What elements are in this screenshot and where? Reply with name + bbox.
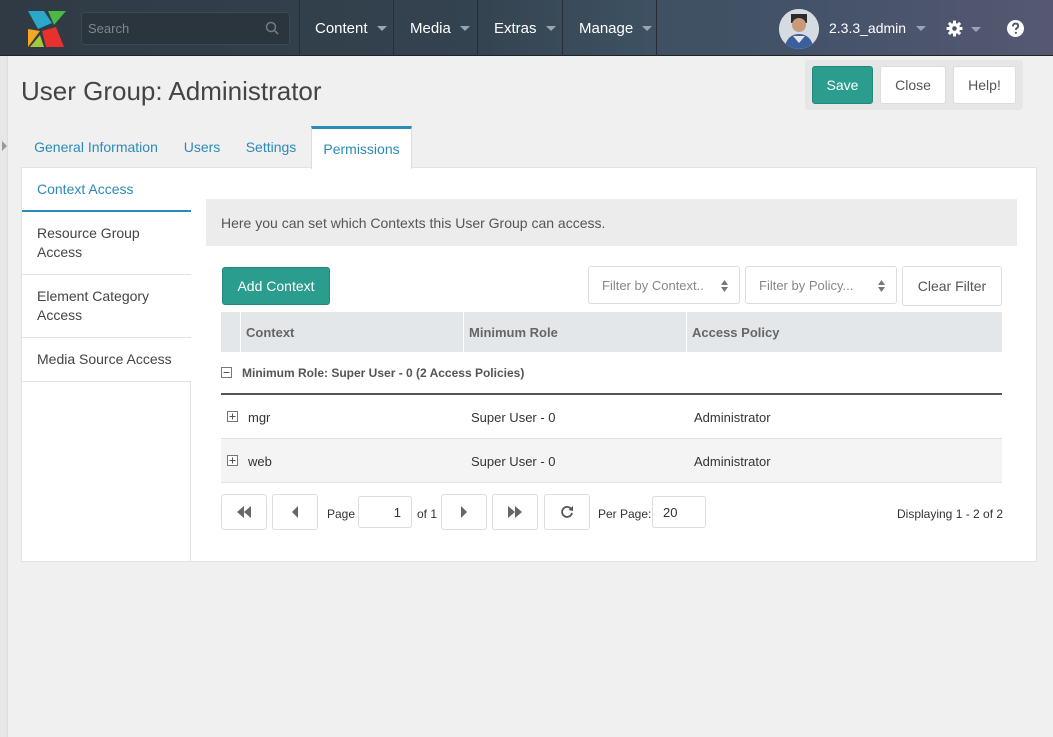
logo-icon[interactable]	[26, 9, 66, 49]
username-label: 2.3.3_admin	[829, 20, 907, 36]
filter-by-policy-select[interactable]: Filter by Policy...	[745, 266, 897, 304]
side-tab-resource-group-access[interactable]: Resource Group Access	[22, 212, 191, 275]
filter-by-context-select[interactable]: Filter by Context..	[588, 266, 740, 304]
page-number-input[interactable]	[358, 496, 412, 528]
last-page-icon	[508, 506, 522, 518]
info-message: Here you can set which Contexts this Use…	[206, 199, 1017, 246]
side-tab-media-source-access[interactable]: Media Source Access	[22, 338, 191, 382]
side-tabs: Context Access Resource Group Access Ele…	[22, 168, 191, 561]
help-button[interactable]: Help!	[953, 66, 1016, 104]
chevron-down-icon	[376, 25, 387, 31]
column-header-access-policy[interactable]: Access Policy	[686, 312, 1002, 352]
cell-context: mgr	[248, 410, 271, 425]
tab-settings[interactable]: Settings	[234, 126, 308, 168]
last-page-button[interactable]	[492, 494, 538, 530]
per-page-input[interactable]	[652, 496, 706, 528]
next-page-button[interactable]	[441, 494, 487, 530]
nav-extras-label: Extras	[494, 19, 537, 37]
chevron-down-icon[interactable]	[971, 27, 981, 32]
avatar-image	[779, 9, 819, 49]
side-tab-label: Resource Group Access	[37, 225, 140, 260]
search-box	[81, 12, 290, 45]
expand-icon[interactable]	[227, 411, 238, 422]
chevron-down-icon	[545, 25, 556, 31]
chevron-down-icon	[642, 25, 653, 31]
first-page-button[interactable]	[221, 494, 267, 530]
cell-minimum-role: Super User - 0	[471, 410, 556, 425]
prev-page-button[interactable]	[272, 494, 318, 530]
pager-of-label: of 1	[417, 507, 438, 521]
chevron-down-icon	[916, 25, 927, 31]
side-tab-element-category-access[interactable]: Element Category Access	[22, 275, 191, 338]
tab-general-information[interactable]: General Information	[22, 126, 170, 168]
side-tab-label: Media Source Access	[37, 351, 172, 367]
nav-media-label: Media	[410, 19, 451, 37]
side-tab-context-access[interactable]: Context Access	[22, 168, 191, 212]
filter-policy-placeholder: Filter by Policy...	[759, 277, 854, 293]
help-icon[interactable]	[1007, 20, 1024, 37]
expand-icon[interactable]	[227, 455, 238, 466]
first-page-icon	[237, 506, 251, 518]
pager-display-text: Displaying 1 - 2 of 2	[897, 507, 1004, 521]
tab-permissions[interactable]: Permissions	[311, 126, 412, 169]
avatar[interactable]	[779, 9, 819, 49]
group-label: Minimum Role: Super User - 0 (2 Access P…	[242, 365, 525, 380]
nav-manage-label: Manage	[579, 19, 634, 37]
save-button[interactable]: Save	[812, 66, 873, 104]
grid-header-spacer	[221, 312, 240, 352]
table-row[interactable]: mgr Super User - 0 Administrator	[221, 395, 1002, 439]
search-input[interactable]	[82, 13, 289, 44]
search-icon[interactable]	[265, 21, 279, 35]
table-row[interactable]: web Super User - 0 Administrator	[221, 439, 1002, 483]
nav-content-menu[interactable]: Content	[299, 0, 393, 56]
chevron-down-icon	[459, 25, 470, 31]
top-navbar: Content Media Extras Manage 2.3.3_admin	[0, 0, 1053, 56]
collapse-icon[interactable]	[221, 367, 232, 378]
column-header-minimum-role[interactable]: Minimum Role	[463, 312, 686, 352]
refresh-button[interactable]	[544, 494, 590, 530]
select-arrows-icon	[721, 280, 728, 292]
page-title: User Group: Administrator	[21, 76, 322, 106]
nav-media-menu[interactable]: Media	[393, 0, 477, 56]
gear-icon[interactable]	[946, 20, 963, 37]
side-tab-label: Context Access	[37, 180, 134, 197]
close-button[interactable]: Close	[880, 66, 946, 104]
column-header-context[interactable]: Context	[240, 312, 464, 352]
cell-minimum-role: Super User - 0	[471, 454, 556, 469]
filter-context-placeholder: Filter by Context..	[602, 277, 704, 293]
expand-arrow-icon	[2, 141, 7, 151]
tab-users[interactable]: Users	[174, 126, 230, 168]
next-page-icon	[461, 506, 467, 518]
refresh-icon	[561, 506, 573, 518]
cell-context: web	[248, 454, 272, 469]
pager-page-label: Page	[327, 507, 356, 521]
prev-page-icon	[292, 506, 298, 518]
nav-extras-menu[interactable]: Extras	[477, 0, 562, 56]
user-menu[interactable]: 2.3.3_admin	[829, 20, 927, 36]
grid-header: Context Minimum Role Access Policy	[221, 312, 1002, 352]
info-text: Here you can set which Contexts this Use…	[221, 214, 606, 231]
select-arrows-icon	[878, 280, 885, 292]
cell-access-policy: Administrator	[694, 454, 771, 469]
left-panel-toggle[interactable]	[0, 56, 8, 737]
nav-content-label: Content	[315, 19, 368, 37]
nav-manage-menu[interactable]: Manage	[562, 0, 657, 56]
clear-filter-button[interactable]: Clear Filter	[902, 266, 1002, 306]
side-tab-label: Element Category Access	[37, 288, 150, 323]
grid-group-header[interactable]: Minimum Role: Super User - 0 (2 Access P…	[221, 352, 1002, 395]
per-page-label: Per Page:	[598, 507, 652, 521]
cell-access-policy: Administrator	[694, 410, 771, 425]
add-context-button[interactable]: Add Context	[222, 267, 330, 305]
